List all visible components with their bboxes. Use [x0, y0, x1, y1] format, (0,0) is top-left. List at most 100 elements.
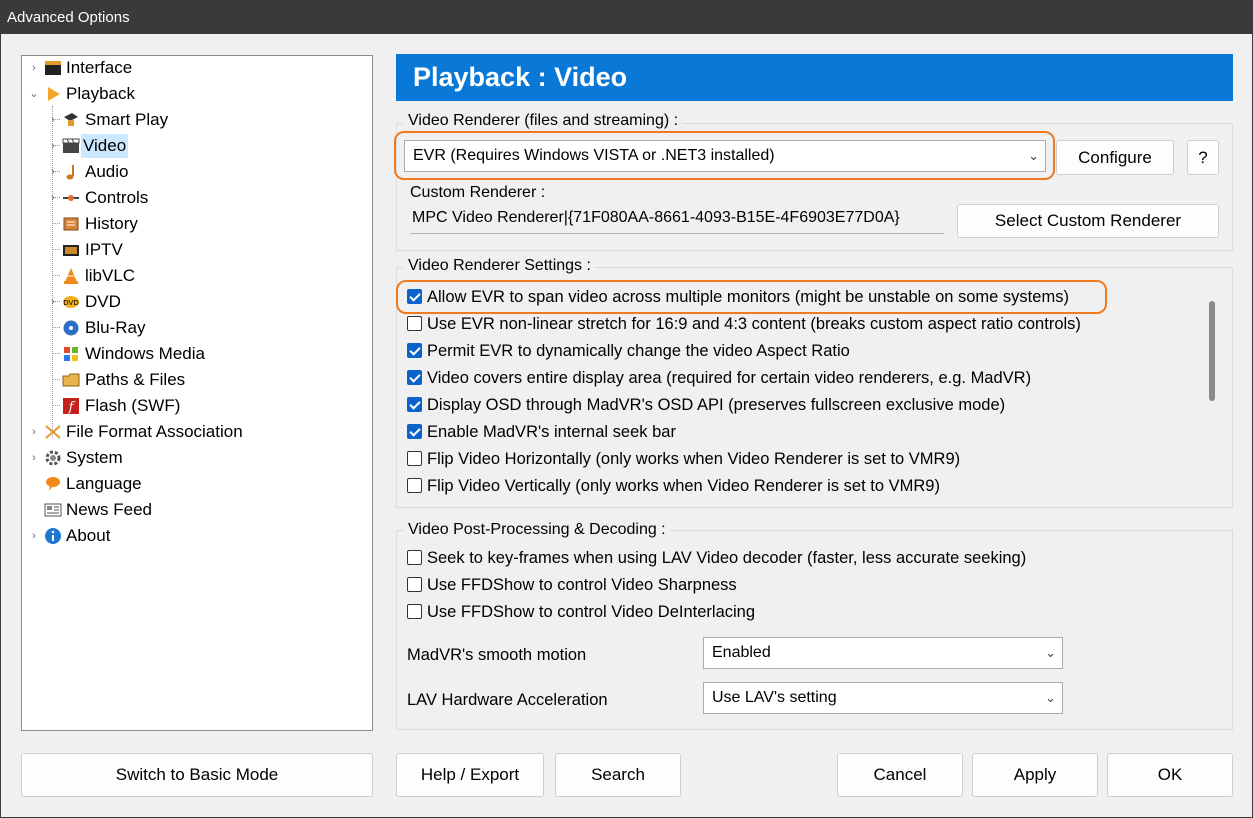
- tree-item-label: Blu-Ray: [85, 318, 146, 337]
- video-renderer-selected: EVR (Requires Windows VISTA or .NET3 ins…: [413, 147, 775, 164]
- tree-item-label: libVLC: [85, 266, 136, 285]
- tree-item-label: Playback: [66, 84, 135, 103]
- tree-guide-tick: [52, 223, 60, 224]
- checkbox-box[interactable]: [407, 343, 422, 358]
- post-processing-title: Video Post-Processing & Decoding :: [404, 521, 670, 539]
- collapse-icon[interactable]: ⌄: [28, 82, 40, 106]
- cancel-button[interactable]: Cancel: [837, 753, 963, 797]
- renderer-help-button[interactable]: ?: [1187, 140, 1219, 175]
- settings-scrollbar-thumb[interactable]: [1209, 301, 1215, 401]
- windows-media-icon: [64, 347, 78, 361]
- hw-accel-selected: Use LAV's setting: [712, 689, 837, 706]
- smart-play-icon: [64, 113, 78, 126]
- search-button[interactable]: Search: [555, 753, 681, 797]
- checkbox-box[interactable]: [407, 316, 422, 331]
- checkbox-box[interactable]: [407, 478, 422, 493]
- vlc-cone-icon: [64, 268, 78, 284]
- expand-icon[interactable]: ›: [28, 420, 40, 444]
- switch-basic-mode-button[interactable]: Switch to Basic Mode: [21, 753, 373, 797]
- tree-item-label: Flash (SWF): [85, 396, 181, 415]
- chevron-down-icon: ⌄: [1045, 645, 1056, 660]
- tree-item-label: Audio: [85, 162, 129, 181]
- tree-guide-tick: [52, 353, 60, 354]
- checkbox-label: Use FFDShow to control Video Sharpness: [427, 576, 737, 594]
- checkbox-box[interactable]: [407, 424, 422, 439]
- select-custom-renderer-button[interactable]: Select Custom Renderer: [957, 204, 1219, 238]
- checkbox-label: Flip Video Horizontally (only works when…: [427, 450, 961, 468]
- tree-item-label: History: [85, 214, 138, 233]
- checkbox-box[interactable]: [407, 397, 422, 412]
- tree-item-label: Language: [66, 474, 142, 493]
- svg-text:DVD: DVD: [63, 299, 78, 307]
- chevron-down-icon: ⌄: [1045, 690, 1056, 705]
- checkbox-box[interactable]: [407, 451, 422, 466]
- tree-item-label: Interface: [66, 58, 133, 77]
- playback-icon: [48, 87, 60, 101]
- tree-guide-tick: [52, 327, 60, 328]
- checkbox-box[interactable]: [407, 577, 422, 592]
- checkbox-label: Use EVR non-linear stretch for 16:9 and …: [427, 315, 1081, 333]
- tree-item-label: About: [66, 526, 111, 545]
- expand-icon[interactable]: ›: [47, 134, 59, 158]
- music-note-icon: [66, 165, 74, 180]
- smooth-motion-dropdown[interactable]: Enabled ⌄: [703, 637, 1063, 669]
- checkbox-box[interactable]: [407, 370, 422, 385]
- apply-button[interactable]: Apply: [972, 753, 1098, 797]
- configure-button[interactable]: Configure: [1056, 140, 1174, 175]
- ok-button[interactable]: OK: [1107, 753, 1233, 797]
- tree-item-label: DVD: [85, 292, 121, 311]
- smooth-motion-selected: Enabled: [712, 644, 771, 661]
- checkbox-label: Flip Video Vertically (only works when V…: [427, 477, 940, 495]
- tree-item-label: Smart Play: [85, 110, 169, 129]
- tree-item-label: Paths & Files: [85, 370, 186, 389]
- help-export-button[interactable]: Help / Export: [396, 753, 544, 797]
- smooth-motion-label: MadVR's smooth motion: [407, 646, 587, 664]
- expand-icon[interactable]: ›: [47, 108, 59, 132]
- expand-icon[interactable]: ›: [47, 186, 59, 210]
- tree-item-label: IPTV: [85, 240, 123, 259]
- options-tree[interactable]: › Interface ⌄ Playback › Smart Play › Vi…: [21, 55, 373, 731]
- tree-item-label: Windows Media: [85, 344, 205, 363]
- tree-guide-tick: [52, 379, 60, 380]
- custom-renderer-field[interactable]: MPC Video Renderer|{71F080AA-8661-4093-B…: [410, 206, 944, 234]
- checkbox-box[interactable]: [407, 289, 422, 304]
- video-renderer-group-title: Video Renderer (files and streaming) :: [404, 112, 683, 130]
- checkbox-box[interactable]: [407, 550, 422, 565]
- page-title: Playback : Video: [396, 54, 1233, 101]
- hw-accel-label: LAV Hardware Acceleration: [407, 691, 608, 709]
- interface-icon: [45, 61, 61, 75]
- tree-item-label: Video: [81, 134, 129, 158]
- tree-item-label: Controls: [85, 188, 149, 207]
- bluray-disc-icon: [63, 320, 79, 336]
- window-title: Advanced Options: [1, 1, 1252, 34]
- tree-item-label: System: [66, 448, 123, 467]
- newspaper-icon: [44, 503, 62, 517]
- tree-guide-tick: [52, 275, 60, 276]
- checkbox-label: Video covers entire display area (requir…: [427, 369, 1032, 387]
- custom-renderer-label: Custom Renderer :: [410, 184, 546, 201]
- hw-accel-dropdown[interactable]: Use LAV's setting ⌄: [703, 682, 1063, 714]
- info-icon: [45, 528, 61, 544]
- tree-guide-tick: [52, 249, 60, 250]
- expand-icon[interactable]: ›: [28, 56, 40, 80]
- tree-guide-tick: [52, 405, 60, 406]
- folder-icon: [62, 373, 80, 387]
- tree-item-label: File Format Association: [66, 422, 243, 441]
- gear-icon: [45, 450, 61, 466]
- expand-icon[interactable]: ›: [47, 290, 59, 314]
- checkbox-label: Display OSD through MadVR's OSD API (pre…: [427, 396, 1006, 414]
- expand-icon[interactable]: ›: [28, 524, 40, 548]
- chevron-down-icon: ⌄: [1028, 148, 1039, 163]
- expand-icon[interactable]: ›: [47, 160, 59, 184]
- checkbox-label: Use FFDShow to control Video DeInterlaci…: [427, 603, 756, 621]
- flash-icon: f: [63, 398, 79, 415]
- checkbox-box[interactable]: [407, 604, 422, 619]
- checkbox-label: Seek to key-frames when using LAV Video …: [427, 549, 1027, 567]
- file-association-icon: [45, 425, 61, 439]
- tree-item-label: News Feed: [66, 500, 152, 519]
- video-renderer-dropdown[interactable]: EVR (Requires Windows VISTA or .NET3 ins…: [404, 140, 1046, 172]
- speech-bubble-icon: [46, 477, 60, 491]
- clapperboard-icon: [62, 138, 80, 153]
- expand-icon[interactable]: ›: [28, 446, 40, 470]
- tv-icon: [63, 245, 79, 256]
